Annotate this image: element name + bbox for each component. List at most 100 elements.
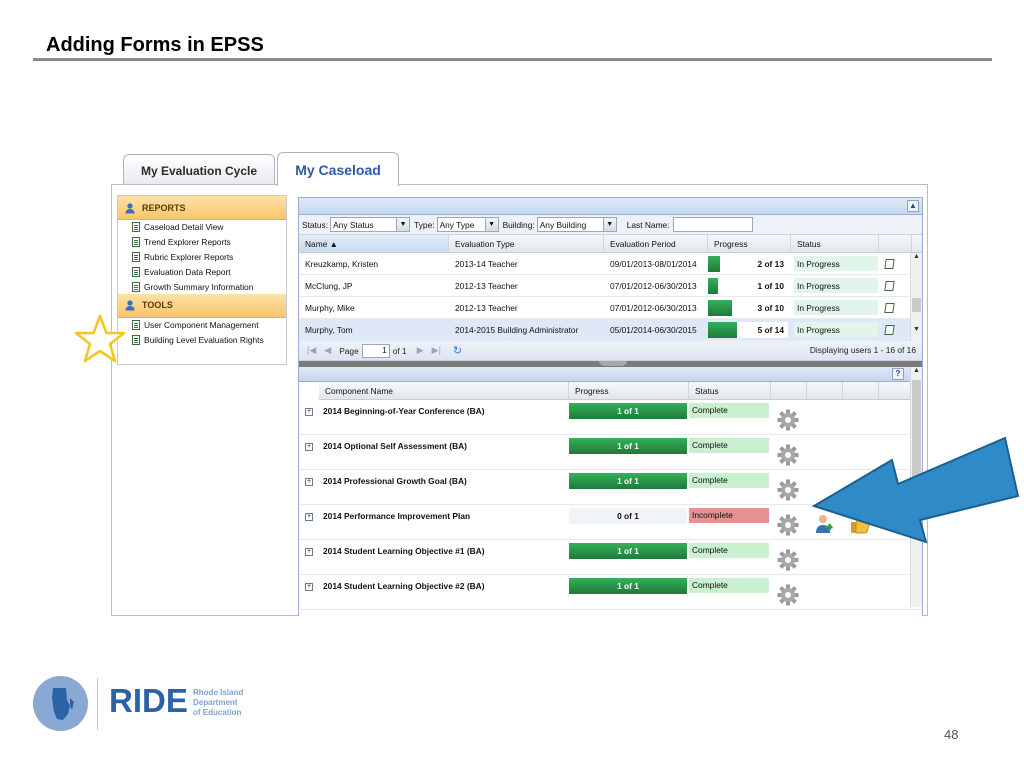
expand-toggle[interactable]: + xyxy=(299,435,319,469)
column-header[interactable]: Evaluation Period xyxy=(604,235,708,252)
sidebar-item-reports[interactable]: Evaluation Data Report xyxy=(118,264,286,279)
component-column-header[interactable]: Component Name xyxy=(319,382,569,399)
plus-icon[interactable]: + xyxy=(305,583,313,591)
chevron-down-icon: ▼ xyxy=(602,218,616,231)
caseload-progress-cell: 2 of 13 xyxy=(708,253,791,274)
component-progress-cell: 1 of 1 xyxy=(569,540,689,574)
table-row[interactable]: Kreuzkamp, Kristen 2013-14 Teacher 09/01/2… xyxy=(299,253,922,275)
component-status-cell: Complete xyxy=(689,470,771,504)
caseload-grid-header: Name ▲ Evaluation Type Evaluation Period Pr… xyxy=(299,235,922,253)
status-badge: Complete xyxy=(689,438,769,453)
status-filter-label: Status: xyxy=(302,219,329,230)
status-badge: In Progress xyxy=(794,300,878,315)
caseload-name: McClung, JP xyxy=(305,280,353,291)
status-badge: Complete xyxy=(689,578,769,593)
collapse-icon[interactable]: ▲ xyxy=(907,200,919,212)
document-icon xyxy=(132,320,140,331)
status-badge: In Progress xyxy=(794,256,878,271)
scroll-up-icon[interactable]: ▲ xyxy=(911,253,922,260)
tools-header[interactable]: TOOLS xyxy=(118,293,286,318)
table-row[interactable]: Murphy, Tom 2014-2015 Building Administra… xyxy=(299,319,922,341)
column-header[interactable]: Evaluation Type xyxy=(449,235,604,252)
scroll-thumb[interactable] xyxy=(912,298,921,312)
chevron-down-icon: ▼ xyxy=(396,218,410,231)
document-icon[interactable] xyxy=(884,258,895,269)
next-page-icon[interactable]: ▶ xyxy=(417,345,424,356)
document-icon xyxy=(132,335,140,346)
document-icon[interactable] xyxy=(884,324,895,335)
document-icon xyxy=(132,222,140,233)
column-header[interactable]: Name ▲ xyxy=(299,235,449,252)
expand-toggle[interactable]: + xyxy=(299,400,319,434)
caseload-rows: Kreuzkamp, Kristen 2013-14 Teacher 09/01/2… xyxy=(299,253,922,341)
splitter-handle[interactable] xyxy=(599,361,627,366)
component-column-header[interactable]: Status xyxy=(689,382,771,399)
page-input[interactable]: 1 xyxy=(361,343,390,358)
gear-icon[interactable] xyxy=(777,409,799,431)
document-icon[interactable] xyxy=(884,302,895,313)
caseload-period: 09/01/2013-08/01/2014 xyxy=(610,258,697,269)
lastname-input[interactable] xyxy=(672,217,753,232)
sidebar-item-tools[interactable]: Building Level Evaluation Rights xyxy=(118,333,286,348)
sidebar-item-label: Evaluation Data Report xyxy=(144,266,231,277)
logo-acronym: RIDE xyxy=(109,682,188,719)
type-filter-value: Any Type xyxy=(439,219,475,230)
gear-icon[interactable] xyxy=(777,479,799,501)
prev-page-icon[interactable]: ◀ xyxy=(324,345,331,356)
gear-icon[interactable] xyxy=(777,444,799,466)
caseload-status-cell: In Progress xyxy=(791,253,879,274)
component-progress-bar: 1 of 1 xyxy=(569,473,687,489)
gear-icon[interactable] xyxy=(777,514,799,536)
building-filter-select[interactable]: Any Building ▼ xyxy=(536,217,617,232)
column-header[interactable]: Status xyxy=(791,235,879,252)
component-name: 2014 Performance Improvement Plan xyxy=(323,511,471,521)
person-icon xyxy=(125,300,135,311)
plus-icon[interactable]: + xyxy=(305,408,313,416)
gear-icon[interactable] xyxy=(777,549,799,571)
status-badge: In Progress xyxy=(794,278,878,293)
sidebar-item-reports[interactable]: Trend Explorer Reports xyxy=(118,235,286,250)
status-filter-select[interactable]: Any Status ▼ xyxy=(330,217,411,232)
component-column-spacer xyxy=(843,382,879,399)
tab-my-evaluation-cycle[interactable]: My Evaluation Cycle xyxy=(123,154,275,186)
reports-header[interactable]: REPORTS xyxy=(118,196,286,220)
first-page-icon[interactable]: |◀ xyxy=(307,345,316,356)
tab-my-caseload[interactable]: My Caseload xyxy=(277,152,399,186)
gear-icon[interactable] xyxy=(777,584,799,606)
caseload-type: 2012-13 Teacher xyxy=(455,302,518,313)
plus-icon[interactable]: + xyxy=(305,548,313,556)
component-column-header[interactable]: Progress xyxy=(569,382,689,399)
sidebar-item-reports[interactable]: Growth Summary Information xyxy=(118,279,286,294)
sidebar: REPORTS Caseload Detail View Trend Explor… xyxy=(117,195,287,365)
plus-icon[interactable]: + xyxy=(305,478,313,486)
type-filter-select[interactable]: Any Type ▼ xyxy=(436,217,499,232)
component-progress-bar: 1 of 1 xyxy=(569,543,687,559)
expand-toggle[interactable]: + xyxy=(299,505,319,539)
component-grid-header: Component Name Progress Status xyxy=(319,382,922,400)
sidebar-item-tools[interactable]: User Component Management xyxy=(118,318,286,333)
document-icon[interactable] xyxy=(884,280,895,291)
expand-toggle[interactable]: + xyxy=(299,540,319,574)
component-status-cell: Complete xyxy=(689,575,771,609)
caseload-period: 07/01/2012-06/30/2013 xyxy=(610,302,697,313)
sidebar-item-reports[interactable]: Rubric Explorer Reports xyxy=(118,250,286,265)
table-row[interactable]: McClung, JP 2012-13 Teacher 07/01/2012-06/… xyxy=(299,275,922,297)
progress-label: 2 of 13 xyxy=(757,258,784,269)
expand-toggle[interactable]: + xyxy=(299,470,319,504)
scroll-down-icon[interactable]: ▼ xyxy=(911,326,922,333)
refresh-icon[interactable]: ↻ xyxy=(453,344,462,357)
status-badge: Complete xyxy=(689,543,769,558)
plus-icon[interactable]: + xyxy=(305,513,313,521)
pager: |◀ ◀ Page 1 of 1 ▶ ▶| ↻ Displaying users… xyxy=(299,341,922,361)
last-page-icon[interactable]: ▶| xyxy=(432,345,441,356)
sidebar-item-reports[interactable]: Caseload Detail View xyxy=(118,220,286,235)
component-row[interactable]: +2014 Student Learning Objective #2 (BA)… xyxy=(299,575,922,610)
caseload-scrollbar[interactable]: ▲ ▼ xyxy=(910,253,922,341)
expand-toggle[interactable]: + xyxy=(299,575,319,609)
help-icon[interactable]: ? xyxy=(892,368,904,380)
plus-icon[interactable]: + xyxy=(305,443,313,451)
slide-title: Adding Forms in EPSS xyxy=(46,34,264,56)
scroll-up-icon[interactable]: ▲ xyxy=(911,367,922,374)
table-row[interactable]: Murphy, Mike 2012-13 Teacher 07/01/2012-06… xyxy=(299,297,922,319)
column-header[interactable]: Progress xyxy=(708,235,791,252)
